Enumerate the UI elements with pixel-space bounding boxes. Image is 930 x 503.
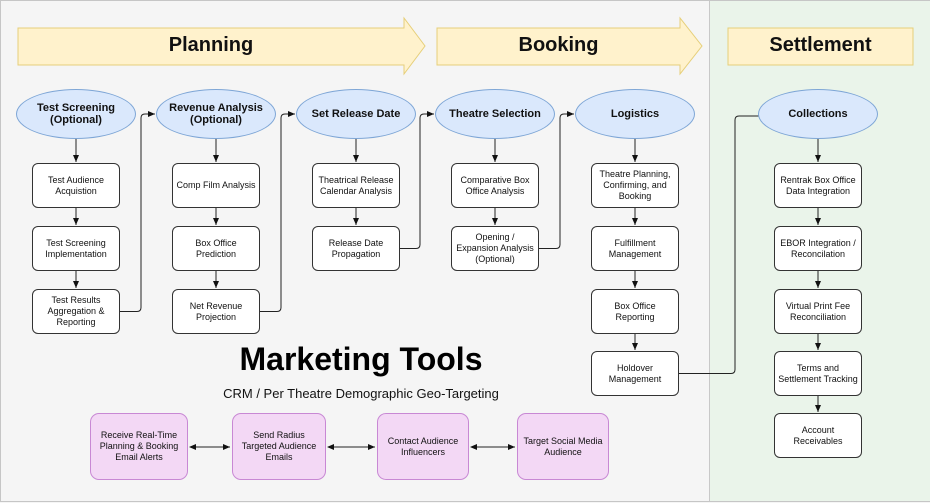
process-step: Box Office Prediction bbox=[172, 226, 260, 271]
process-step: Comp Film Analysis bbox=[172, 163, 260, 208]
marketing-subtitle: CRM / Per Theatre Demographic Geo-Target… bbox=[223, 386, 499, 401]
stage-header-5: Collections bbox=[758, 89, 878, 139]
connector-arrow bbox=[539, 111, 574, 249]
marketing-tool: Receive Real-Time Planning & Booking Ema… bbox=[90, 413, 188, 480]
marketing-tool: Send Radius Targeted Audience Emails bbox=[232, 413, 326, 480]
phase-label-planning: Planning bbox=[168, 34, 254, 56]
stage-header-1: Revenue Analysis (Optional) bbox=[156, 89, 276, 139]
process-step: Virtual Print Fee Reconciliation bbox=[774, 289, 862, 334]
process-step: Account Receivables bbox=[774, 413, 862, 458]
stage-header-3: Theatre Selection bbox=[435, 89, 555, 139]
stage-header-4: Logistics bbox=[575, 89, 695, 139]
process-step: Theatre Planning, Confirming, and Bookin… bbox=[591, 163, 679, 208]
process-step: Test Results Aggregation & Reporting bbox=[32, 289, 120, 334]
process-step: Test Audience Acquistion bbox=[32, 163, 120, 208]
process-step: Holdover Management bbox=[591, 351, 679, 396]
phase-label-settlement: Settlement bbox=[769, 34, 872, 56]
process-step: EBOR Integration / Reconcilation bbox=[774, 226, 862, 271]
connector-arrow bbox=[400, 111, 434, 249]
marketing-title: Marketing Tools bbox=[239, 341, 483, 377]
process-step: Terms and Settlement Tracking bbox=[774, 351, 862, 396]
process-step: Test Screening Implementation bbox=[32, 226, 120, 271]
diagram-canvas: Planning Booking Settlement Test Screeni… bbox=[0, 0, 930, 502]
process-step: Fulfillment Management bbox=[591, 226, 679, 271]
connector-arrow bbox=[260, 111, 295, 312]
process-step: Box Office Reporting bbox=[591, 289, 679, 334]
process-step: Net Revenue Projection bbox=[172, 289, 260, 334]
connector-arrow bbox=[679, 113, 782, 374]
process-step: Rentrak Box Office Data Integration bbox=[774, 163, 862, 208]
connector-arrow bbox=[120, 111, 155, 312]
stage-header-2: Set Release Date bbox=[296, 89, 416, 139]
marketing-tool: Target Social Media Audience bbox=[517, 413, 609, 480]
process-step: Theatrical Release Calendar Analysis bbox=[312, 163, 400, 208]
process-step: Comparative Box Office Analysis bbox=[451, 163, 539, 208]
marketing-tool: Contact Audience Influencers bbox=[377, 413, 469, 480]
process-step: Release Date Propagation bbox=[312, 226, 400, 271]
phase-label-booking: Booking bbox=[518, 34, 599, 56]
stage-header-0: Test Screening (Optional) bbox=[16, 89, 136, 139]
process-step: Opening / Expansion Analysis (Optional) bbox=[451, 226, 539, 271]
